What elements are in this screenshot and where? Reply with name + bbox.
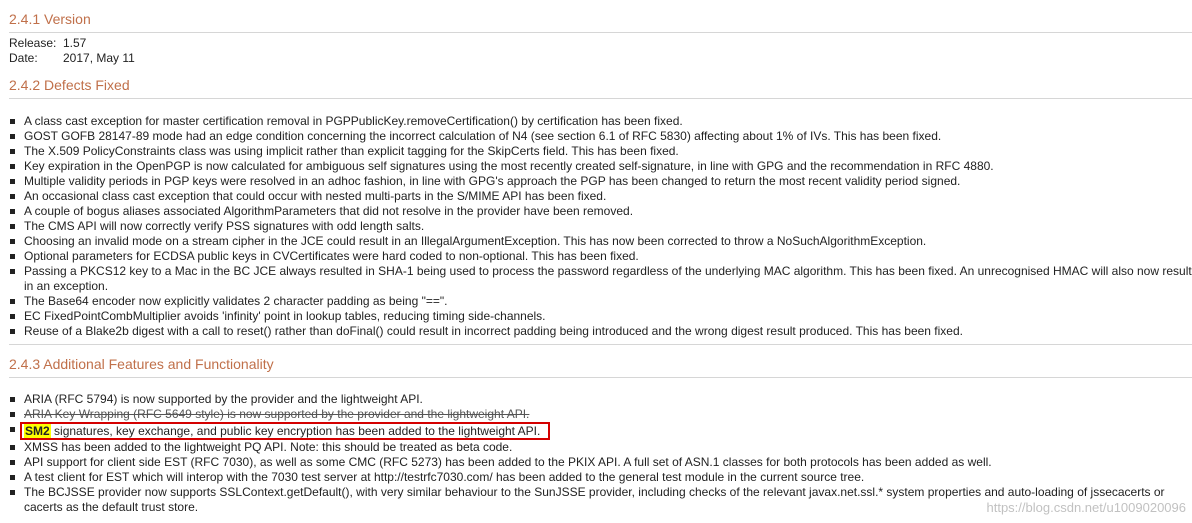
list-item: The Base64 encoder now explicitly valida…: [9, 294, 1192, 309]
bullet-icon: [10, 412, 15, 417]
bullet-icon: [10, 164, 15, 169]
date-label: Date:: [9, 51, 38, 65]
list-item: ARIA (RFC 5794) is now supported by the …: [9, 392, 1192, 407]
bullet-icon: [10, 269, 15, 274]
bullet-icon: [10, 490, 15, 495]
list-item: Choosing an invalid mode on a stream cip…: [9, 234, 1192, 249]
list-item: A class cast exception for master certif…: [9, 114, 1192, 129]
release-value: 1.57: [63, 36, 87, 50]
list-item: A test client for EST which will interop…: [9, 470, 1192, 485]
bullet-icon: [10, 299, 15, 304]
list-item: EC FixedPointCombMultiplier avoids 'infi…: [9, 309, 1192, 324]
bullet-icon: [10, 194, 15, 199]
list-item: A couple of bogus aliases associated Alg…: [9, 204, 1192, 219]
defects-list: A class cast exception for master certif…: [9, 114, 1192, 339]
list-item: GOST GOFB 28147-89 mode had an edge cond…: [9, 129, 1192, 144]
list-item: Reuse of a Blake2b digest with a call to…: [9, 324, 1192, 339]
bullet-icon: [10, 314, 15, 319]
document-page: 2.4.1 Version Release: 1.57 Date: 2017, Ma…: [9, 0, 1192, 515]
watermark: https://blog.csdn.net/u1009020096: [986, 500, 1187, 515]
bullet-icon: [10, 445, 15, 450]
list-item: Optional parameters for ECDSA public key…: [9, 249, 1192, 264]
bullet-icon: [10, 149, 15, 154]
bullet-icon: [10, 397, 15, 402]
list-item: ARIA Key Wrapping (RFC 5649 style) is no…: [9, 407, 1192, 422]
list-item: Key expiration in the OpenPGP is now cal…: [9, 159, 1192, 174]
release-label: Release:: [9, 36, 57, 50]
struck-item-text: ARIA Key Wrapping (RFC 5649 style) is no…: [24, 407, 530, 421]
list-item: Passing a PKCS12 key to a Mac in the BC …: [9, 264, 1192, 294]
bullet-icon: [10, 239, 15, 244]
sm2-item-text: signatures, key exchange, and public key…: [50, 424, 541, 438]
features-heading: 2.4.3 Additional Features and Functional…: [9, 344, 1192, 378]
list-item: SM2 signatures, key exchange, and public…: [9, 422, 1192, 440]
bullet-icon: [10, 254, 15, 259]
list-item: The X.509 PolicyConstraints class was us…: [9, 144, 1192, 159]
sm2-highlight: SM2: [24, 424, 51, 438]
bullet-icon: [10, 119, 15, 124]
bullet-icon: [10, 460, 15, 465]
bullet-icon: [10, 209, 15, 214]
bullet-icon: [10, 427, 15, 432]
date-value: 2017, May 11: [63, 51, 135, 65]
list-item: XMSS has been added to the lightweight P…: [9, 440, 1192, 455]
bullet-icon: [10, 475, 15, 480]
list-item: The CMS API will now correctly verify PS…: [9, 219, 1192, 234]
bullet-icon: [10, 134, 15, 139]
sm2-highlight-box: SM2 signatures, key exchange, and public…: [20, 422, 551, 440]
version-info: Release: 1.57 Date: 2017, May 11: [9, 36, 1192, 66]
features-list: ARIA (RFC 5794) is now supported by the …: [9, 392, 1192, 515]
bullet-icon: [10, 329, 15, 334]
list-item: Multiple validity periods in PGP keys we…: [9, 174, 1192, 189]
list-item: An occasional class cast exception that …: [9, 189, 1192, 204]
list-item: API support for client side EST (RFC 703…: [9, 455, 1192, 470]
date-row: Date: 2017, May 11: [9, 51, 1192, 66]
release-row: Release: 1.57: [9, 36, 1192, 51]
version-heading: 2.4.1 Version: [9, 0, 1192, 33]
defects-heading: 2.4.2 Defects Fixed: [9, 66, 1192, 99]
bullet-icon: [10, 179, 15, 184]
bullet-icon: [10, 224, 15, 229]
